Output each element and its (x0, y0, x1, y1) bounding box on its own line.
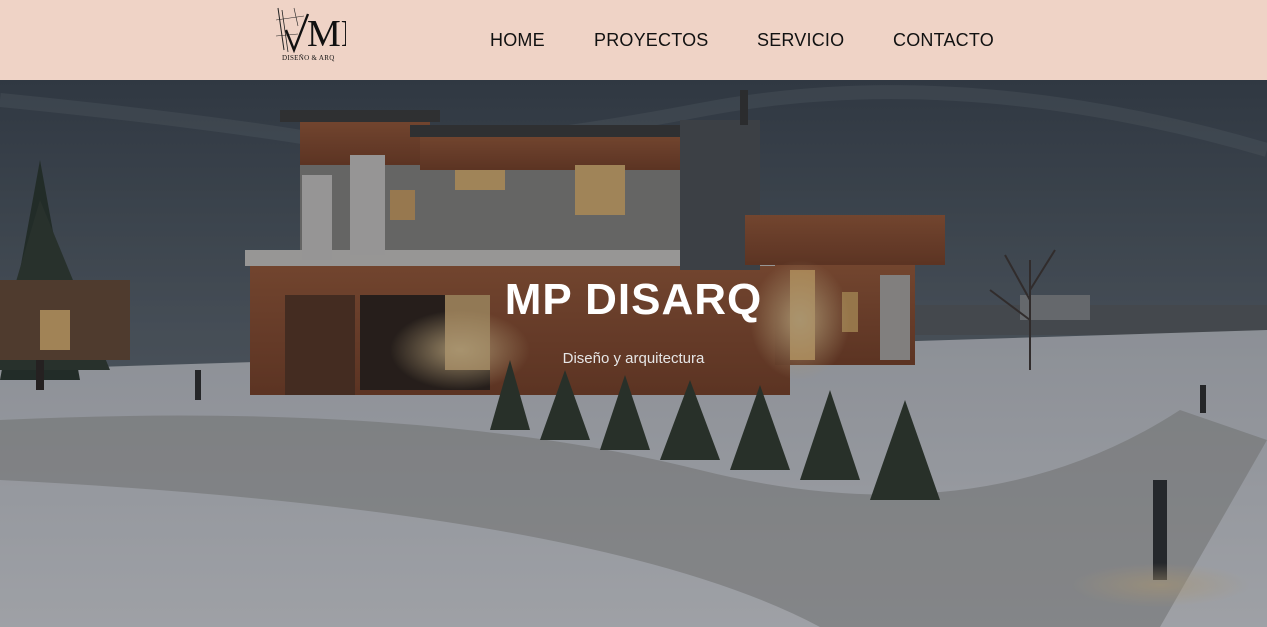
logo-subtitle: DISEÑO & ARQ (282, 54, 335, 62)
brand-logo[interactable]: MP DISEÑO & ARQ (274, 6, 346, 66)
nav-contacto-link[interactable]: CONTACTO (893, 30, 994, 50)
top-navbar: MP DISEÑO & ARQ HOME PROYECTOS SERVICIO … (0, 0, 1267, 80)
hero-subtitle: Diseño y arquitectura (562, 350, 705, 367)
nav-home-link[interactable]: HOME (490, 30, 545, 50)
hero-section: MP DISARQ Diseño y arquitectura (0, 80, 1267, 627)
nav-servicio-link[interactable]: SERVICIO (757, 30, 844, 50)
hero-title: MP DISARQ (504, 275, 763, 324)
logo-mark-icon: MP (275, 7, 346, 55)
svg-text:MP: MP (307, 13, 346, 55)
nav-proyectos-link[interactable]: PROYECTOS (594, 30, 709, 50)
